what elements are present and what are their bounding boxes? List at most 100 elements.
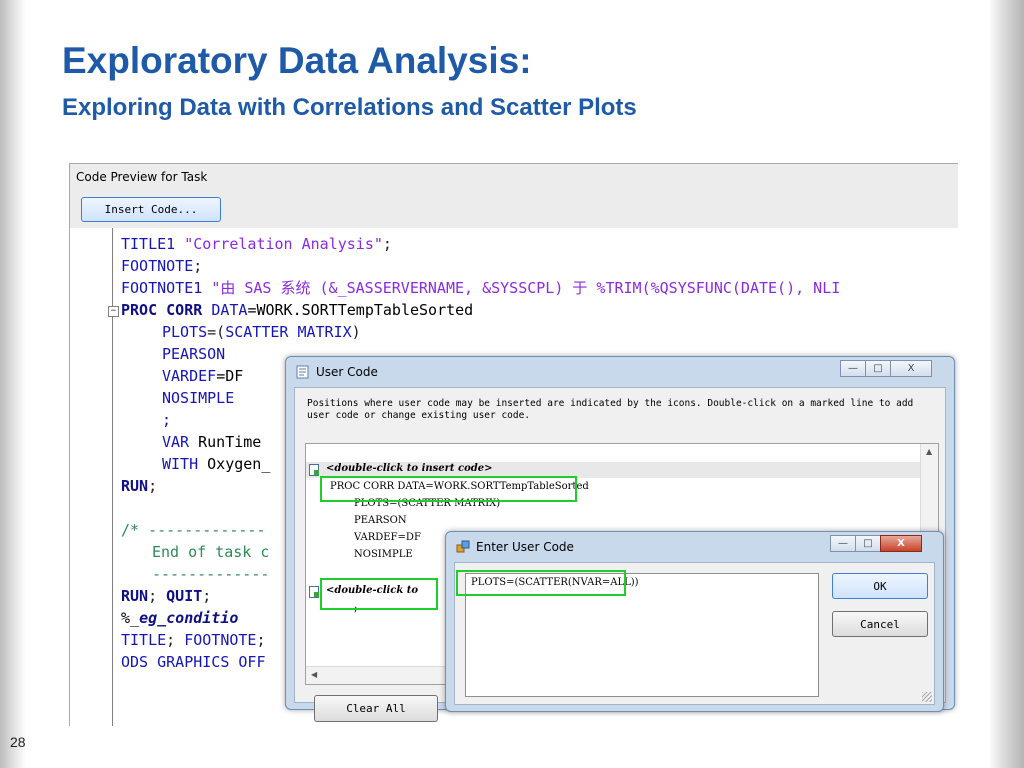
code-marker-icon xyxy=(309,586,319,598)
list-item[interactable]: PEARSON xyxy=(306,514,920,530)
slide-title: Exploratory Data Analysis: xyxy=(62,40,532,81)
close-icon[interactable]: X xyxy=(880,535,922,552)
insert-code-button[interactable]: Insert Code... xyxy=(81,197,221,222)
code-token: Oxygen_ xyxy=(198,455,271,473)
ok-button[interactable]: OK xyxy=(832,573,928,599)
code-string: "Correlation Analysis" xyxy=(184,235,383,253)
code-preview-header: Code Preview for Task Insert Code... xyxy=(70,164,958,228)
code-line-3: FOOTNOTE1 "由 SAS 系统 (&_SASSERVERNAME, &S… xyxy=(121,278,840,298)
code-keyword: TITLE xyxy=(121,631,167,649)
code-keyword: RUN xyxy=(121,587,149,605)
code-line-2: FOOTNOTE; xyxy=(121,256,202,276)
code-keyword: PEARSON xyxy=(162,345,226,363)
code-keyword: PROC CORR xyxy=(121,301,203,319)
code-keyword: WITH xyxy=(162,455,199,473)
enter-user-code-title: Enter User Code xyxy=(476,540,574,554)
enter-user-code-dialog: Enter User Code — □ X PLOTS=(SCATTER(NVA… xyxy=(445,531,944,712)
code-line-12: RUN; xyxy=(121,476,157,496)
code-line-19: ODS GRAPHICS OFF xyxy=(121,652,266,672)
code-token: ; xyxy=(148,587,167,605)
slide-right-edge xyxy=(988,0,1024,768)
user-code-dialog-title: User Code xyxy=(316,365,378,379)
code-line-13: /* ------------- xyxy=(121,520,266,540)
enter-user-code-window-controls: — □ X xyxy=(830,535,922,552)
code-token: ; xyxy=(256,631,266,649)
code-line-17: %_eg_conditio xyxy=(121,608,238,628)
code-keyword: NOSIMPLE xyxy=(162,389,235,407)
code-line-6: PEARSON xyxy=(162,344,225,364)
code-line-4: PROC CORR DATA=WORK.SORTTempTableSorted xyxy=(121,300,473,320)
code-token: ; xyxy=(202,587,212,605)
code-comment: ------------- xyxy=(152,565,270,583)
code-keyword: FOOTNOTE1 xyxy=(121,279,203,297)
slide-subtitle: Exploring Data with Correlations and Sca… xyxy=(62,94,637,121)
code-keyword: VAR xyxy=(162,433,190,451)
code-token: %_ xyxy=(121,609,140,627)
list-item-label: <double-click to insert code> xyxy=(326,463,493,474)
code-keyword: DATA xyxy=(211,301,248,319)
code-line-15: ------------- xyxy=(152,564,269,584)
code-token: ; xyxy=(382,235,392,253)
code-keyword: FOOTNOTE xyxy=(121,257,194,275)
user-code-dialog-icon xyxy=(296,365,309,379)
code-token: =( xyxy=(207,323,226,341)
code-line-5: PLOTS=(SCATTER MATRIX) xyxy=(162,322,361,342)
code-token: RunTime xyxy=(189,433,262,451)
slide-left-edge xyxy=(0,0,26,768)
code-keyword: PLOTS xyxy=(162,323,208,341)
insert-code-highlight xyxy=(320,578,438,610)
code-keyword: TITLE1 xyxy=(121,235,176,253)
code-token: ; xyxy=(193,257,203,275)
code-line-11: WITH Oxygen_ xyxy=(162,454,270,474)
code-line-9: ; xyxy=(162,410,171,430)
code-keyword: QUIT xyxy=(166,587,203,605)
code-keyword: FOOTNOTE xyxy=(184,631,257,649)
code-line-1: TITLE1 "Correlation Analysis"; xyxy=(121,234,392,254)
list-item-label: PEARSON xyxy=(354,515,407,526)
scroll-up-icon[interactable]: ▲ xyxy=(926,447,932,456)
code-gutter xyxy=(112,228,113,726)
code-macro: eg_conditio xyxy=(139,609,239,627)
code-keyword: RUN xyxy=(121,477,149,495)
code-line-14: End of task c xyxy=(152,542,269,562)
code-line-10: VAR RunTime xyxy=(162,432,261,452)
code-preview-title: Code Preview for Task xyxy=(76,170,208,184)
list-item-label: NOSIMPLE xyxy=(354,549,413,560)
enter-user-code-dialog-icon xyxy=(456,540,470,553)
code-line-16: RUN; QUIT; xyxy=(121,586,211,606)
code-comment: End of task c xyxy=(152,543,270,561)
minimize-icon[interactable]: — xyxy=(830,535,856,552)
code-marker-icon xyxy=(309,464,319,476)
code-token: =DF xyxy=(216,367,244,385)
code-string: "由 SAS 系统 (&_SASSERVERNAME, &SYSSCPL) 于 … xyxy=(211,279,841,297)
close-icon[interactable]: X xyxy=(890,360,932,377)
resize-grip[interactable] xyxy=(922,692,932,702)
user-code-description: Positions where user code may be inserte… xyxy=(307,398,919,421)
scroll-left-icon[interactable]: ◀ xyxy=(311,670,317,679)
code-keyword: VARDEF xyxy=(162,367,217,385)
code-keyword: SCATTER MATRIX xyxy=(225,323,352,341)
clear-all-button[interactable]: Clear All xyxy=(314,695,438,722)
code-token: ; xyxy=(162,411,172,429)
proc-corr-highlight xyxy=(320,476,577,502)
fold-toggle[interactable]: − xyxy=(108,306,119,317)
code-keyword: ODS GRAPHICS OFF xyxy=(121,653,266,671)
cancel-button[interactable]: Cancel xyxy=(832,611,928,637)
code-token: =WORK.SORTTempTableSorted xyxy=(247,301,474,319)
plots-code-highlight xyxy=(456,570,626,596)
minimize-icon[interactable]: — xyxy=(840,360,866,377)
code-line-8: NOSIMPLE xyxy=(162,388,234,408)
code-line-7: VARDEF=DF xyxy=(162,366,243,386)
maximize-icon[interactable]: □ xyxy=(865,360,891,377)
code-line-18: TITLE; FOOTNOTE; xyxy=(121,630,266,650)
code-token: ) xyxy=(351,323,361,341)
code-comment: /* ------------- xyxy=(121,521,266,539)
list-item-label: VARDEF=DF xyxy=(354,532,421,543)
code-token: ; xyxy=(166,631,185,649)
maximize-icon[interactable]: □ xyxy=(855,535,881,552)
user-code-window-controls: — □ X xyxy=(840,360,932,377)
code-token: ; xyxy=(148,477,158,495)
